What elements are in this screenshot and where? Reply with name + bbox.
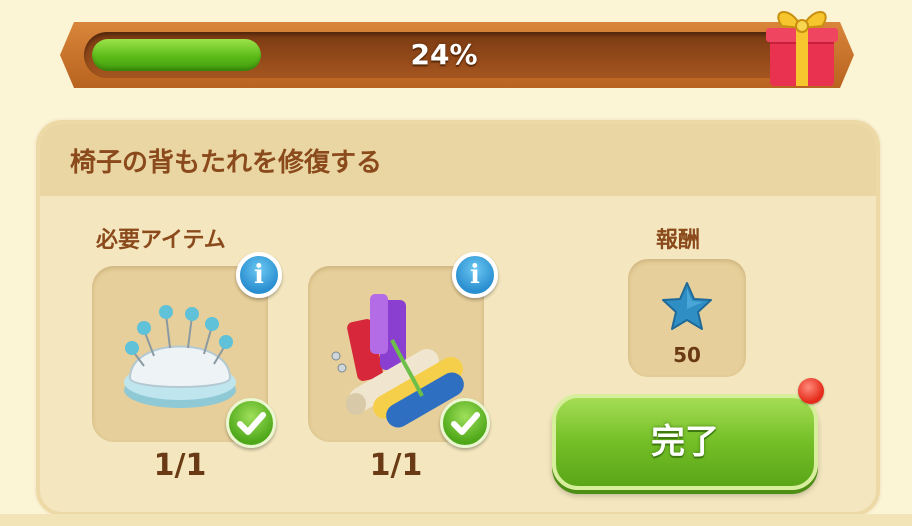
task-panel: 椅子の背もたれを修復する 必要アイテム 報酬 i 1/1 i 1/1 50 完了 (36, 120, 880, 516)
blue-star-icon (662, 282, 712, 330)
complete-button[interactable]: 完了 (552, 394, 818, 490)
required-items-label: 必要アイテム (96, 228, 226, 253)
checkmark-icon (440, 398, 490, 448)
pincushion-icon (124, 305, 236, 408)
item-info-button-pincushion[interactable]: i (236, 252, 282, 298)
task-title: 椅子の背もたれを修復する (70, 148, 383, 178)
item-info-button-fabric[interactable]: i (452, 252, 498, 298)
item-count-fabric: 1/1 (369, 448, 423, 483)
task-panel-header: 椅子の背もたれを修復する (40, 124, 876, 196)
bottom-strip (0, 514, 912, 526)
reward-slot: 50 (628, 259, 746, 377)
notification-dot (798, 378, 824, 404)
item-count-pincushion: 1/1 (153, 448, 207, 483)
complete-button-label: 完了 (651, 422, 719, 462)
progress-bar: 24% (84, 32, 804, 78)
checkmark-icon (226, 398, 276, 448)
reward-value: 50 (673, 343, 701, 367)
info-icon: i (254, 260, 264, 290)
info-icon: i (470, 260, 480, 290)
reward-label: 報酬 (656, 228, 701, 253)
gift-box-icon[interactable] (762, 0, 842, 90)
progress-percent: 24% (410, 38, 478, 71)
